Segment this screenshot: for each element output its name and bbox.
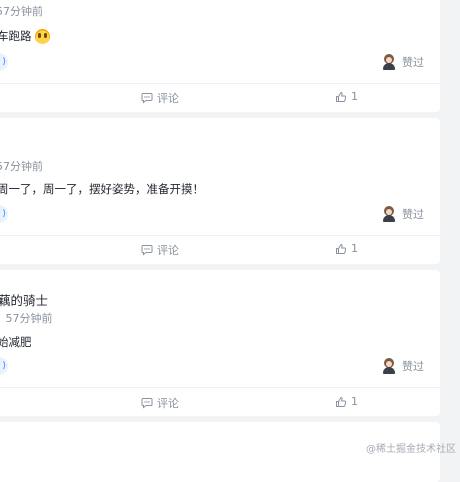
liked-label: 赞过: [402, 56, 424, 69]
comment-label: 评论: [157, 92, 179, 105]
comment-button[interactable]: 评论: [141, 90, 179, 106]
liked-users[interactable]: 赞过: [382, 206, 424, 222]
comment-icon: [141, 398, 153, 409]
post-time: 57分钟前: [0, 5, 43, 18]
thumbs-up-icon: [336, 396, 347, 407]
watermark: @稀土掘金技术社区: [366, 444, 456, 455]
topic-tag-button[interactable]: ⟩: [0, 357, 8, 375]
comment-icon: [141, 93, 153, 104]
post-card[interactable]: 藕的骑士 ·57分钟前 始减肥 ⟩ 赞过 评论: [0, 270, 440, 416]
like-count: 1: [351, 90, 358, 103]
like-button[interactable]: 1: [335, 90, 358, 103]
liked-users[interactable]: 赞过: [382, 358, 424, 374]
like-count: 1: [351, 242, 358, 255]
topic-tag-button[interactable]: ⟩: [0, 205, 8, 223]
comment-icon: [141, 245, 153, 256]
topic-tag-button[interactable]: ⟩: [0, 53, 8, 71]
liked-label: 赞过: [402, 360, 424, 373]
post-time: 57分钟前: [0, 160, 43, 173]
face-screaming-emoji-icon: [34, 28, 50, 44]
liked-users[interactable]: 赞过: [382, 54, 424, 70]
post-card[interactable]: 57分钟前 周一了，周一了，摆好姿势，准备开摸！ ⟩ 赞过 评论 1: [0, 118, 440, 264]
author-name[interactable]: 藕的骑士: [0, 290, 48, 309]
comment-button[interactable]: 评论: [141, 395, 179, 411]
like-button[interactable]: 1: [335, 242, 358, 255]
comment-label: 评论: [157, 244, 179, 257]
post-card[interactable]: 57分钟前 车跑路 ⟩ 赞过 评论 1: [0, 0, 440, 112]
avatar: [382, 358, 396, 374]
divider: [0, 387, 440, 388]
avatar: [382, 206, 396, 222]
like-count: 1: [351, 395, 358, 408]
thumbs-up-icon: [336, 243, 347, 254]
liked-label: 赞过: [402, 208, 424, 221]
thumbs-up-icon: [336, 91, 347, 102]
post-content[interactable]: 车跑路: [0, 28, 50, 44]
divider: [0, 235, 440, 236]
like-button[interactable]: 1: [335, 395, 358, 408]
avatar: [382, 54, 396, 70]
comment-button[interactable]: 评论: [141, 242, 179, 258]
feed-list: 57分钟前 车跑路 ⟩ 赞过 评论 1 57分钟前 周一了，周一了，摆好姿势，准…: [0, 0, 440, 482]
post-content[interactable]: 始减肥: [0, 334, 32, 350]
post-content[interactable]: 周一了，周一了，摆好姿势，准备开摸！: [0, 181, 204, 197]
post-time: ·57分钟前: [5, 312, 53, 325]
comment-label: 评论: [157, 397, 179, 410]
divider: [0, 83, 440, 84]
